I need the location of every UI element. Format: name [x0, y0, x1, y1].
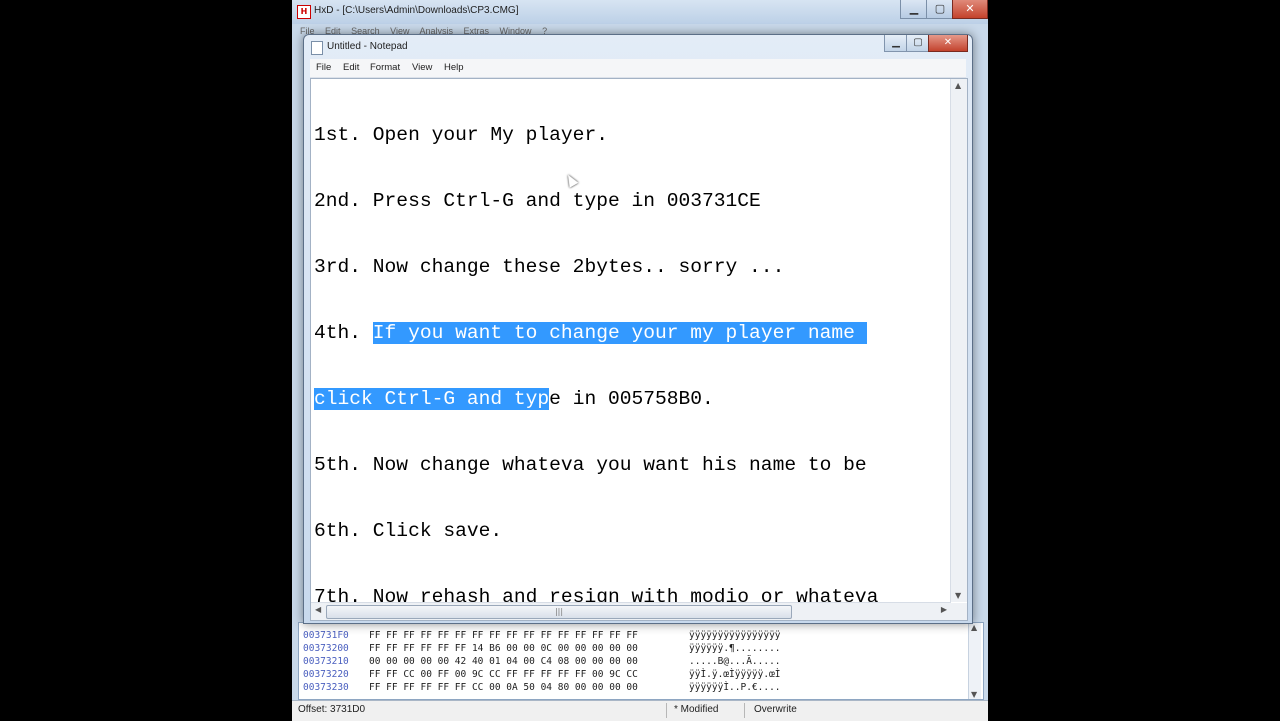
text-line[interactable]: 2nd. Press Ctrl-G and type in 003731CE [314, 190, 944, 212]
notepad-maximize-button[interactable]: ▢ [906, 35, 930, 52]
notepad-content[interactable]: 1st. Open your My player. 2nd. Press Ctr… [314, 80, 944, 652]
hxd-close-button[interactable]: ✕ [952, 0, 988, 19]
status-overwrite-mode[interactable]: Overwrite [754, 704, 797, 715]
menu-edit[interactable]: Edit [343, 62, 359, 73]
notepad-minimize-button[interactable]: ▁ [884, 35, 908, 52]
status-offset: Offset: 3731D0 [298, 704, 366, 715]
text-line-content: e in 005758B0. [549, 388, 714, 410]
hxd-maximize-button[interactable]: ▢ [926, 0, 954, 19]
text-line-content: 5th. Now change whateva you want his nam… [314, 454, 867, 476]
notepad-app-icon [311, 41, 323, 55]
selected-text[interactable]: If you want to change your my player nam… [372, 322, 867, 344]
hex-row[interactable]: 00373220 FF FF CC 00 FF 00 9C CC FF FF FF… [303, 669, 781, 682]
size-grip[interactable] [951, 603, 967, 620]
text-line[interactable]: click Ctrl-G and type in 005758B0. [314, 388, 944, 410]
menu-view[interactable]: View [412, 62, 432, 73]
hex-vertical-scrollbar[interactable]: ▲ ▼ [968, 623, 981, 699]
hxd-minimize-button[interactable]: ▁ [900, 0, 928, 19]
hxd-titlebar[interactable]: H HxD - [C:\Users\Admin\Downloads\CP3.CM… [292, 0, 988, 24]
hex-bytes[interactable]: FF FF CC 00 FF 00 9C CC FF FF FF FF FF 0… [369, 669, 689, 680]
scroll-up-arrow-icon[interactable]: ▲ [955, 81, 961, 90]
scroll-down-arrow-icon[interactable]: ▼ [971, 690, 977, 699]
menu-file[interactable]: File [316, 62, 331, 73]
scroll-down-arrow-icon[interactable]: ▼ [955, 591, 961, 600]
hxd-window-title: HxD - [C:\Users\Admin\Downloads\CP3.CMG] [314, 5, 519, 16]
text-line[interactable]: 1st. Open your My player. [314, 124, 944, 146]
hex-text[interactable]: .....B@...Ä..... [689, 656, 781, 667]
hex-row[interactable]: 00373230 FF FF FF FF FF FF CC 00 0A 50 04… [303, 682, 781, 695]
status-separator [666, 703, 667, 718]
text-line[interactable]: 4th. If you want to change your my playe… [314, 322, 944, 344]
status-modified: * Modified [674, 704, 719, 715]
scroll-up-arrow-icon[interactable]: ▲ [971, 623, 977, 632]
horizontal-scroll-thumb[interactable]: ||| [326, 605, 792, 619]
hex-row[interactable]: 00373210 00 00 00 00 00 42 40 01 04 00 C4… [303, 656, 781, 669]
text-line-content: 1st. Open your My player. [314, 124, 608, 146]
text-line-content: 3rd. Now change these 2bytes.. sorry ... [314, 256, 785, 278]
notepad-close-button[interactable]: ✕ [928, 35, 968, 52]
scroll-left-arrow-icon[interactable]: ◀ [315, 605, 321, 614]
notepad-menubar: File Edit Format View Help [310, 59, 966, 78]
hxd-statusbar: Offset: 3731D0 * Modified Overwrite [292, 700, 988, 721]
hex-bytes[interactable]: FF FF FF FF FF FF CC 00 0A 50 04 80 00 0… [369, 682, 689, 693]
text-line-content: 6th. Click save. [314, 520, 503, 542]
text-line-content: 2nd. Press Ctrl-G and type in 003731CE [314, 190, 761, 212]
hex-text[interactable]: ÿÿÿÿÿÿÌ..P.€.... [689, 682, 781, 693]
hex-offset: 00373230 [303, 682, 349, 693]
text-line[interactable]: 5th. Now change whateva you want his nam… [314, 454, 944, 476]
menu-format[interactable]: Format [370, 62, 400, 73]
notepad-window-title: Untitled - Notepad [327, 41, 408, 52]
status-separator [744, 703, 745, 718]
notepad-vertical-scrollbar[interactable]: ▲ ▼ [950, 79, 967, 602]
menu-help[interactable]: Help [444, 62, 464, 73]
hex-bytes[interactable]: 00 00 00 00 00 42 40 01 04 00 C4 08 00 0… [369, 656, 689, 667]
hex-offset: 00373220 [303, 669, 349, 680]
hex-offset: 00373210 [303, 656, 349, 667]
hex-text[interactable]: ÿÿÌ.ÿ.œÌÿÿÿÿÿ.œÌ [689, 669, 781, 680]
text-line[interactable]: 6th. Click save. [314, 520, 944, 542]
hxd-app-icon: H [297, 5, 311, 19]
selected-text[interactable]: click Ctrl-G and typ [314, 388, 550, 410]
notepad-horizontal-scrollbar[interactable]: ◀ ||| ▶ [311, 602, 951, 620]
scroll-right-arrow-icon[interactable]: ▶ [941, 605, 947, 614]
notepad-window: Untitled - Notepad ▁ ▢ ✕ File Edit Forma… [303, 34, 973, 624]
text-line-content: 4th. [314, 322, 373, 344]
notepad-text-area[interactable]: 1st. Open your My player. 2nd. Press Ctr… [310, 78, 968, 621]
text-line[interactable]: 3rd. Now change these 2bytes.. sorry ... [314, 256, 944, 278]
